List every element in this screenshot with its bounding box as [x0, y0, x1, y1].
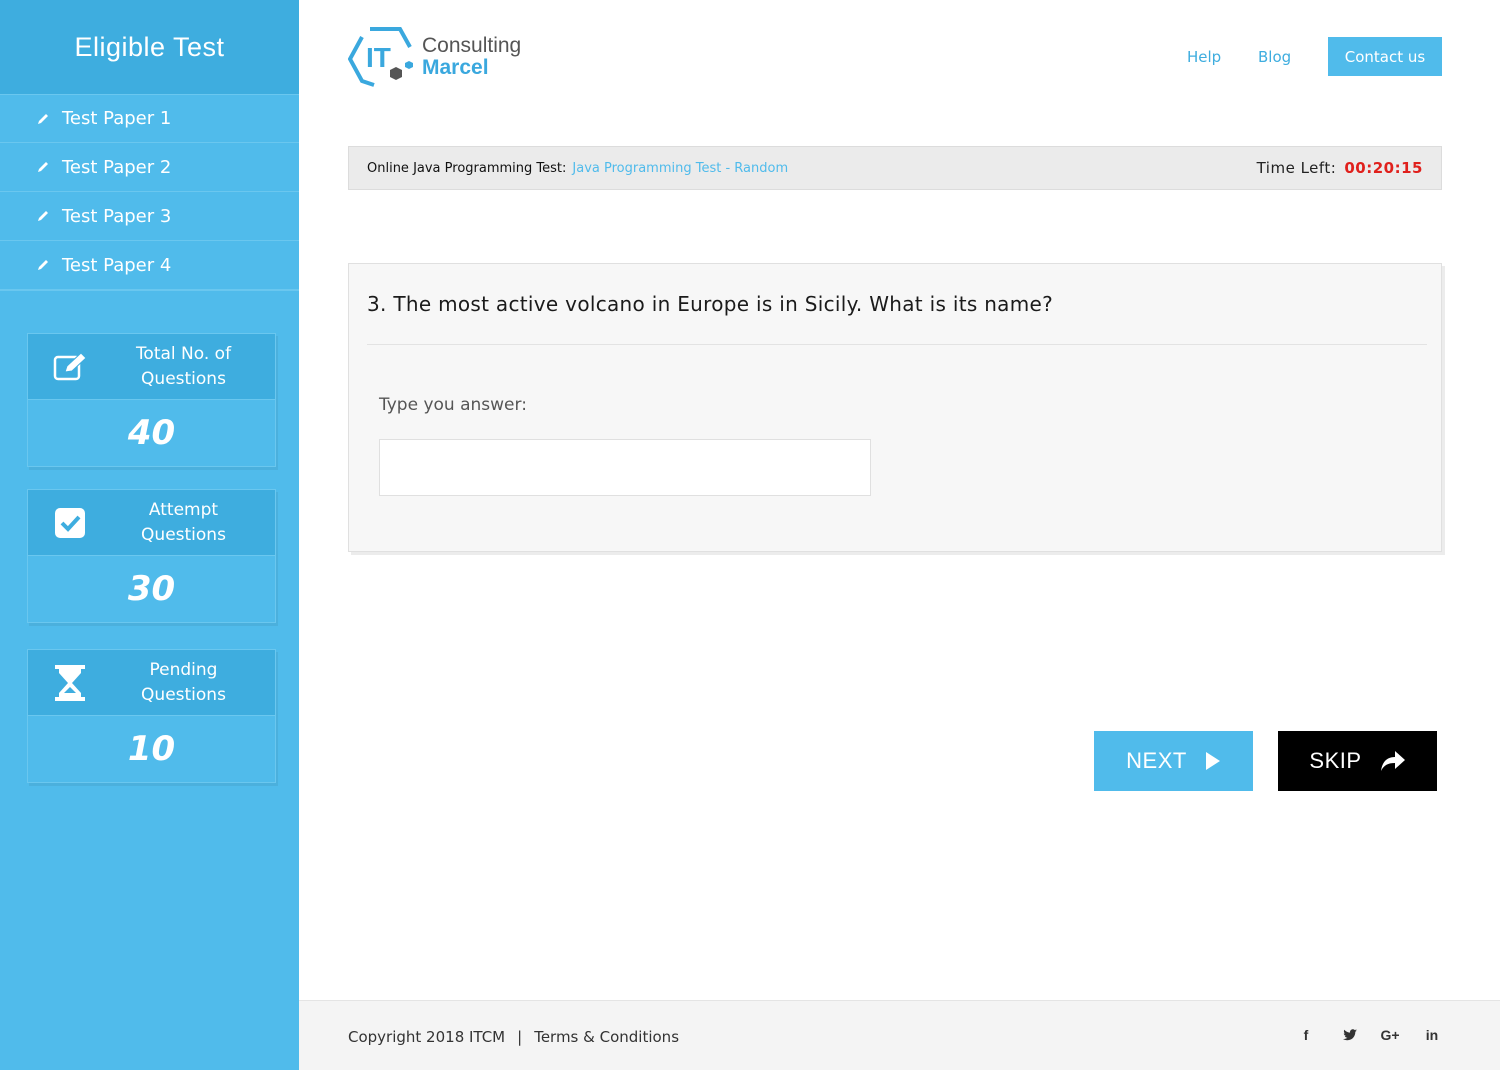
- copyright-text: Copyright 2018 ITCM: [348, 1028, 506, 1046]
- share-arrow-icon: [1380, 750, 1406, 772]
- pencil-icon: [36, 112, 50, 126]
- logo-line-2: Marcel: [422, 56, 489, 79]
- stat-value: 10: [28, 715, 275, 782]
- test-info-bar: Online Java Programming Test: Java Progr…: [348, 146, 1442, 190]
- time-left-text: Time Left:: [1256, 159, 1337, 177]
- contact-us-button[interactable]: Contact us: [1328, 37, 1442, 76]
- sidebar-item-test-paper-4[interactable]: Test Paper 4: [0, 241, 299, 290]
- nav-blog-link[interactable]: Blog: [1258, 48, 1291, 66]
- stat-card-pending: Pending Questions 10: [27, 649, 276, 783]
- sidebar: Eligible Test Test Paper 1 Test Paper 2 …: [0, 0, 299, 1070]
- sidebar-item-label: Test Paper 4: [62, 254, 172, 276]
- sidebar-item-label: Test Paper 1: [62, 108, 172, 129]
- facebook-icon[interactable]: f: [1296, 1025, 1316, 1045]
- logo-hexagon-icon: IT: [348, 27, 413, 87]
- logo-text: Consulting Marcel: [422, 35, 521, 79]
- sidebar-item-label: Test Paper 2: [62, 156, 172, 178]
- stat-card-attempt: Attempt Questions 30: [27, 489, 276, 623]
- divider: [367, 344, 1427, 345]
- footer-separator: |: [517, 1028, 523, 1046]
- pencil-icon: [36, 160, 50, 174]
- linkedin-icon[interactable]: in: [1422, 1025, 1442, 1045]
- skip-button-label: SKIP: [1309, 748, 1362, 773]
- google-plus-icon[interactable]: G+: [1380, 1025, 1400, 1045]
- stat-value: 40: [28, 399, 275, 466]
- sidebar-item-test-paper-1[interactable]: Test Paper 1: [0, 94, 299, 143]
- hourglass-icon: [28, 664, 112, 701]
- stat-label: Pending Questions: [141, 659, 226, 705]
- time-left-label: Time Left: 00:20:15: [1257, 159, 1423, 177]
- answer-prompt: Type you answer:: [379, 395, 527, 415]
- skip-button[interactable]: SKIP: [1278, 731, 1437, 791]
- twitter-icon[interactable]: [1340, 1025, 1360, 1045]
- stat-header: Pending Questions: [28, 650, 275, 715]
- logo-mark: IT: [366, 42, 391, 73]
- nav-help-link[interactable]: Help: [1187, 48, 1221, 66]
- stat-card-total: Total No. of Questions 40: [27, 333, 276, 467]
- timer-value: 00:20:15: [1344, 159, 1423, 177]
- sidebar-item-label: Test Paper 3: [62, 205, 172, 227]
- logo-line-1: Consulting: [422, 34, 522, 57]
- sidebar-title: Eligible Test: [0, 0, 299, 94]
- play-arrow-icon: [1205, 751, 1221, 771]
- sidebar-item-test-paper-3[interactable]: Test Paper 3: [0, 192, 299, 241]
- stat-label: Total No. of Questions: [135, 343, 232, 389]
- answer-input[interactable]: [379, 439, 871, 496]
- test-paper-menu: Test Paper 1 Test Paper 2 Test Paper 3 T…: [0, 94, 299, 291]
- stat-header: Total No. of Questions: [28, 334, 275, 399]
- question-text: 3. The most active volcano in Europe is …: [367, 292, 1054, 316]
- edit-icon: [28, 351, 112, 382]
- terms-link[interactable]: Terms & Conditions: [534, 1028, 679, 1046]
- pencil-icon: [36, 209, 50, 223]
- checkbox-icon: [28, 507, 112, 538]
- test-label: Online Java Programming Test:: [367, 160, 567, 176]
- next-button[interactable]: NEXT: [1094, 731, 1253, 791]
- stat-label: Attempt Questions: [141, 499, 226, 545]
- next-button-label: NEXT: [1126, 748, 1187, 773]
- pencil-icon: [36, 258, 50, 272]
- test-name-link[interactable]: Java Programming Test - Random: [572, 161, 788, 176]
- footer: Copyright 2018 ITCM | Terms & Conditions f…: [299, 1000, 1500, 1070]
- logo[interactable]: IT Consulting Marcel: [348, 25, 521, 89]
- footer-text: Copyright 2018 ITCM | Terms & Conditions: [348, 1028, 679, 1046]
- question-card: 3. The most active volcano in Europe is …: [348, 263, 1442, 552]
- stat-header: Attempt Questions: [28, 490, 275, 555]
- sidebar-item-test-paper-2[interactable]: Test Paper 2: [0, 143, 299, 192]
- stat-value: 30: [28, 555, 275, 622]
